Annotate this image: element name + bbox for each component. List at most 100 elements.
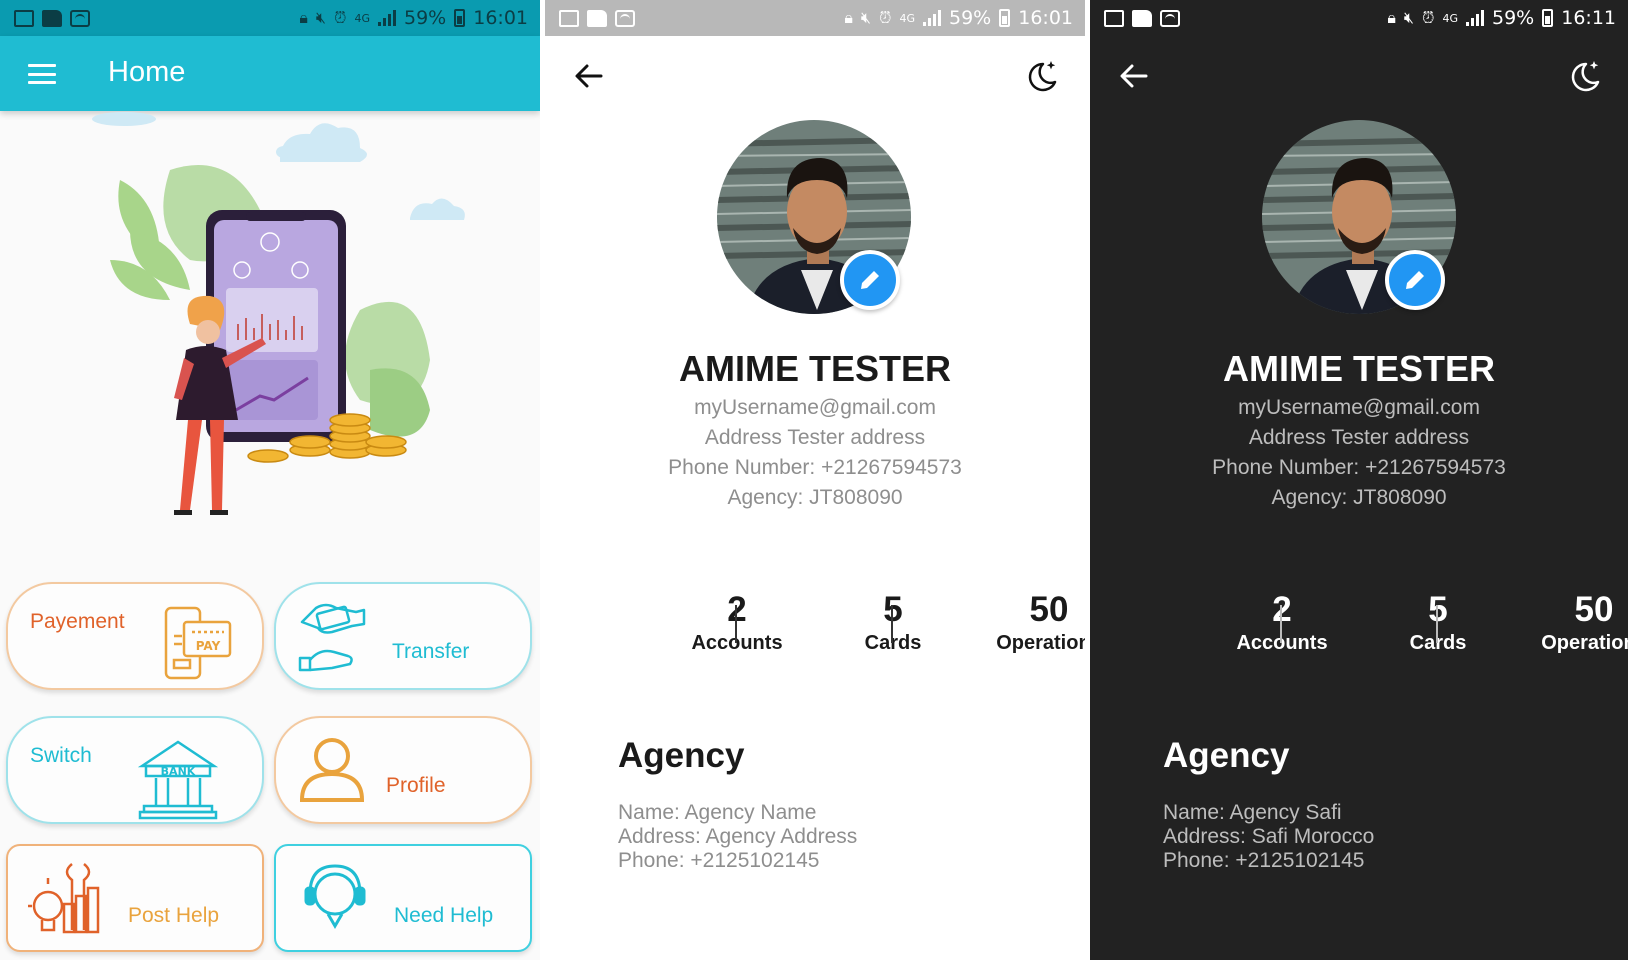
gallery-notification-icon xyxy=(1104,9,1124,27)
profile-label: Profile xyxy=(386,774,446,797)
menu-icon[interactable] xyxy=(28,64,56,84)
battery-icon xyxy=(999,9,1011,27)
alarm-icon: ⏰︎ xyxy=(878,8,892,27)
money-transfer-icon xyxy=(298,603,366,672)
lock-icon: 🔒︎ xyxy=(299,8,308,27)
agency-section-title: Agency xyxy=(618,736,745,775)
agency-name: Name: Agency Safi xyxy=(1163,801,1342,824)
mute-icon: 🔇︎ xyxy=(860,8,871,27)
profile-name: AMIME TESTER xyxy=(678,348,951,389)
payement-tile[interactable]: Payement PAY xyxy=(6,582,264,690)
stat-cards[interactable]: 5 Cards xyxy=(813,590,973,655)
status-bar: 🔒︎ 🔇︎ ⏰︎ 4G 59% 16:11 xyxy=(1090,0,1628,36)
agency-section-title: Agency xyxy=(1163,736,1290,775)
profile-name: AMIME TESTER xyxy=(1222,348,1495,389)
tools-lightbulb-icon xyxy=(28,863,100,934)
agency-name: Name: Agency Name xyxy=(618,801,817,824)
stat-label: Cards xyxy=(864,632,922,654)
profile-agency-code: Agency: JT808090 xyxy=(727,486,903,509)
stat-value: 2 xyxy=(727,590,747,629)
stat-divider xyxy=(1280,605,1282,643)
battery-percent: 59% xyxy=(404,7,447,29)
mute-icon: 🔇︎ xyxy=(315,8,326,27)
clock: 16:11 xyxy=(1561,7,1616,29)
agency-address: Address: Agency Address xyxy=(618,825,858,848)
dark-mode-toggle-icon[interactable] xyxy=(1023,58,1059,94)
stat-label: Cards xyxy=(1409,632,1467,654)
stat-divider xyxy=(891,605,893,643)
pay-text: PAY xyxy=(196,639,221,653)
profile-phone: Phone Number: +21267594573 xyxy=(668,456,962,479)
home-screen: 🔒︎ 🔇︎ ⏰︎ 4G 59% 16:01 Home Payement PAY … xyxy=(0,0,540,960)
back-arrow-icon[interactable] xyxy=(1118,60,1150,92)
payement-label: Payement xyxy=(30,610,125,633)
pencil-icon xyxy=(861,271,879,289)
headset-chat-icon xyxy=(304,864,366,929)
pay-card-icon: PAY xyxy=(164,606,232,680)
gallery-notification-icon xyxy=(14,9,34,27)
profile-agency-code: Agency: JT808090 xyxy=(1271,486,1447,509)
stat-value: 2 xyxy=(1272,590,1292,629)
switch-label: Switch xyxy=(30,744,92,767)
user-icon xyxy=(299,738,365,802)
profile-screen-dark: 🔒︎ 🔇︎ ⏰︎ 4G 59% 16:11 AMIME TESTER myUse… xyxy=(1090,0,1628,960)
stat-label: Operations xyxy=(996,632,1085,654)
stat-accounts[interactable]: 2 Accounts xyxy=(1202,590,1362,655)
wifi-notification-icon xyxy=(1160,9,1180,27)
pencil-icon xyxy=(1406,271,1424,289)
profile-address: Address Tester address xyxy=(1248,426,1470,449)
transfer-tile[interactable]: Transfer xyxy=(274,582,532,690)
stat-divider xyxy=(735,605,737,643)
app-bar: Home xyxy=(0,36,540,111)
dark-mode-toggle-icon[interactable] xyxy=(1566,58,1602,94)
stat-value: 5 xyxy=(883,590,903,629)
gallery-notification-icon xyxy=(559,9,579,27)
battery-percent: 59% xyxy=(949,7,992,29)
back-arrow-icon[interactable] xyxy=(573,60,605,92)
bank-text: BANK xyxy=(161,765,196,778)
stat-label: Accounts xyxy=(1236,632,1328,654)
battery-percent: 59% xyxy=(1492,7,1535,29)
profile-tile[interactable]: Profile xyxy=(274,716,532,824)
clock: 16:01 xyxy=(473,7,528,29)
status-bar: 🔒︎ 🔇︎ ⏰︎ 4G 59% 16:01 xyxy=(545,0,1085,36)
post-help-tile[interactable]: Post Help xyxy=(6,844,264,952)
stat-accounts[interactable]: 2 Accounts xyxy=(657,590,817,655)
clock: 16:01 xyxy=(1018,7,1073,29)
alarm-icon: ⏰︎ xyxy=(1421,8,1435,27)
network-type-label: 4G xyxy=(1442,11,1458,25)
profile-email: myUsername@gmail.com xyxy=(1238,396,1480,419)
post-help-label: Post Help xyxy=(128,904,220,927)
need-help-tile[interactable]: Need Help xyxy=(274,844,532,952)
finance-illustration xyxy=(92,112,465,515)
stat-value: 50 xyxy=(1574,590,1614,629)
battery-icon xyxy=(1542,9,1554,27)
need-help-label: Need Help xyxy=(394,904,494,927)
stat-operations[interactable]: 50 Operations xyxy=(969,590,1085,655)
alarm-icon: ⏰︎ xyxy=(333,8,347,27)
folder-notification-icon xyxy=(1132,9,1152,27)
stat-operations[interactable]: 50 Operations xyxy=(1514,590,1628,655)
lock-icon: 🔒︎ xyxy=(844,8,853,27)
page-title: Home xyxy=(108,56,186,88)
edit-photo-button[interactable] xyxy=(1385,250,1445,310)
agency-phone: Phone: +2125102145 xyxy=(618,849,820,872)
profile-screen-light: 🔒︎ 🔇︎ ⏰︎ 4G 59% 16:01 AMIME TESTER myUse… xyxy=(545,0,1085,960)
folder-notification-icon xyxy=(42,9,62,27)
profile-address: Address Tester address xyxy=(704,426,926,449)
switch-tile[interactable]: Switch BANK xyxy=(6,716,264,824)
stat-divider xyxy=(1436,605,1438,643)
stat-label: Operations xyxy=(1541,632,1628,654)
edit-photo-button[interactable] xyxy=(840,250,900,310)
transfer-label: Transfer xyxy=(392,640,470,663)
wifi-notification-icon xyxy=(615,9,635,27)
stat-cards[interactable]: 5 Cards xyxy=(1358,590,1518,655)
agency-phone: Phone: +2125102145 xyxy=(1163,849,1365,872)
folder-notification-icon xyxy=(587,9,607,27)
wifi-notification-icon xyxy=(70,9,90,27)
screenshot-collage: 🔒︎ 🔇︎ ⏰︎ 4G 59% 16:01 Home Payement PAY … xyxy=(0,0,1628,960)
mute-icon: 🔇︎ xyxy=(1403,8,1414,27)
bank-icon: BANK xyxy=(138,740,218,820)
network-type-label: 4G xyxy=(354,11,370,25)
agency-address: Address: Safi Morocco xyxy=(1163,825,1375,848)
